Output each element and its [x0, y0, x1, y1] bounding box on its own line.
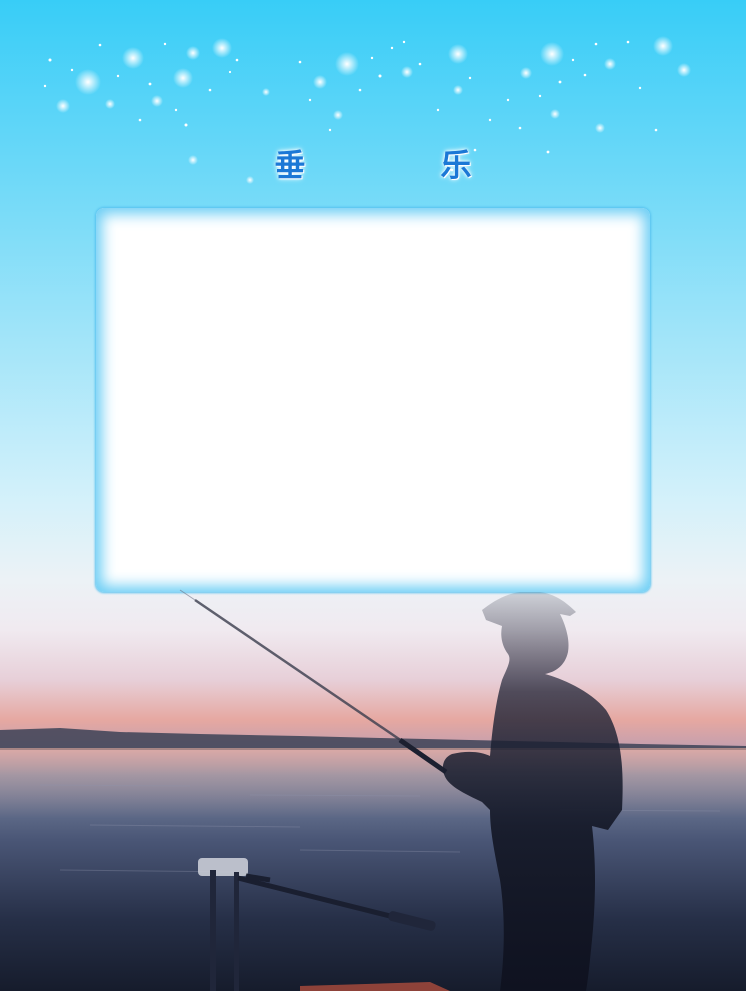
angler-silhouette [442, 592, 623, 991]
rod-holder-equipment [198, 858, 436, 991]
boat-edge [300, 982, 450, 991]
blank-photo-frame [96, 208, 650, 592]
horizon-shoreline [0, 728, 746, 750]
angler-sunset-illustration [0, 589, 746, 991]
page-title: 垂 乐 [274, 148, 524, 184]
water-reflection [0, 748, 746, 818]
poster-background: 垂 乐 [0, 0, 746, 991]
